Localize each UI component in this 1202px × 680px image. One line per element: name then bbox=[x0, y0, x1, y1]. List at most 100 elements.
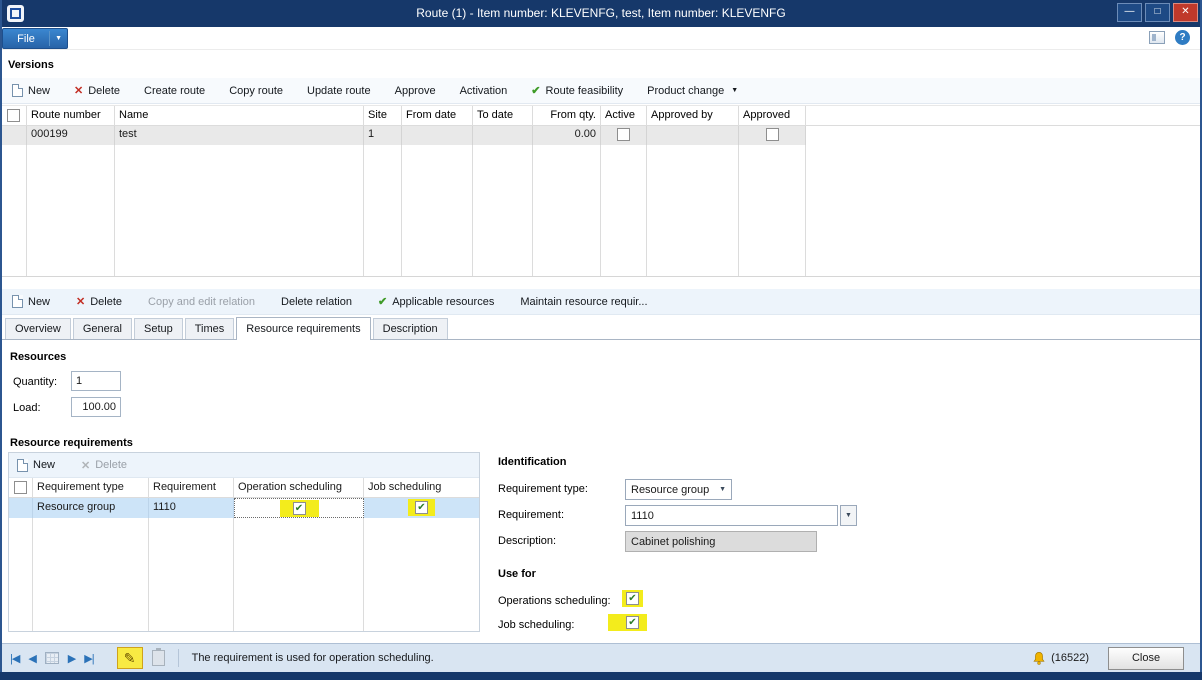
cell-job-scheduling[interactable]: ✔ bbox=[364, 498, 479, 518]
first-record-icon[interactable]: |◀ bbox=[10, 652, 19, 665]
update-route-button[interactable]: Update route bbox=[307, 85, 371, 97]
cell-requirement[interactable]: 1110 bbox=[149, 498, 234, 518]
cell-requirement-type[interactable]: Resource group bbox=[33, 498, 149, 518]
close-button[interactable]: Close bbox=[1108, 647, 1184, 670]
minimize-button[interactable]: — bbox=[1117, 3, 1142, 22]
versions-grid: Route number Name Site From date To date… bbox=[0, 105, 1202, 277]
cell-operation-scheduling[interactable]: ✔ bbox=[234, 498, 364, 518]
operation-scheduling-checkbox[interactable]: ✔ bbox=[293, 502, 306, 515]
tab-resource-requirements[interactable]: Resource requirements bbox=[236, 317, 370, 340]
cell-name[interactable]: test bbox=[115, 126, 364, 145]
delete-x-icon: ✕ bbox=[81, 459, 90, 472]
edit-record-button[interactable]: ✎ bbox=[117, 647, 143, 669]
cell-site[interactable]: 1 bbox=[364, 126, 402, 145]
select-all-requirements-checkbox[interactable] bbox=[14, 481, 27, 494]
file-menu-button[interactable]: File ▼ bbox=[2, 28, 68, 49]
active-checkbox[interactable] bbox=[617, 128, 630, 141]
route-feasibility-button[interactable]: ✔ Route feasibility bbox=[531, 84, 623, 97]
requirements-toolbar: New ✕ Delete bbox=[9, 453, 479, 478]
requirement-row-select-cell[interactable] bbox=[9, 498, 33, 518]
product-change-button[interactable]: Product change ▼ bbox=[647, 85, 738, 97]
job-scheduling-use-checkbox[interactable]: ✔ bbox=[626, 616, 639, 629]
grid-empty-area bbox=[806, 145, 1202, 276]
new-requirement-button[interactable]: New bbox=[17, 459, 55, 472]
col-requirement[interactable]: Requirement bbox=[149, 478, 234, 498]
grid-empty-area bbox=[0, 145, 27, 276]
maintain-resource-requirements-button[interactable]: Maintain resource requir... bbox=[520, 296, 647, 308]
copy-route-button[interactable]: Copy route bbox=[229, 85, 283, 97]
copy-route-label: Copy route bbox=[229, 85, 283, 97]
maintain-resource-requirements-label: Maintain resource requir... bbox=[520, 296, 647, 308]
cell-approved[interactable] bbox=[739, 126, 806, 145]
last-record-icon[interactable]: ▶| bbox=[84, 652, 93, 665]
help-icon[interactable]: ? bbox=[1175, 30, 1190, 45]
new-relation-button[interactable]: New bbox=[12, 295, 50, 308]
approved-checkbox[interactable] bbox=[766, 128, 779, 141]
col-site[interactable]: Site bbox=[364, 106, 402, 126]
col-job-scheduling[interactable]: Job scheduling bbox=[364, 478, 479, 498]
cell-active[interactable] bbox=[601, 126, 647, 145]
col-from-qty[interactable]: From qty. bbox=[533, 106, 601, 126]
statusbar-separator bbox=[178, 649, 179, 667]
activation-button[interactable]: Activation bbox=[460, 85, 508, 97]
create-route-label: Create route bbox=[144, 85, 205, 97]
cell-from-date[interactable] bbox=[402, 126, 473, 145]
tab-setup[interactable]: Setup bbox=[134, 318, 183, 339]
notification-bell-icon[interactable] bbox=[1032, 651, 1046, 666]
row-select-cell[interactable] bbox=[0, 126, 27, 145]
load-label: Load: bbox=[13, 402, 41, 414]
notification-count[interactable]: (16522) bbox=[1051, 652, 1089, 664]
cell-filler bbox=[806, 126, 1202, 145]
maximize-button[interactable]: □ bbox=[1145, 3, 1170, 22]
col-approved-by[interactable]: Approved by bbox=[647, 106, 739, 126]
grid-empty-area bbox=[739, 145, 806, 276]
route-feasibility-icon: ✔ bbox=[531, 84, 540, 97]
copy-and-edit-relation-label: Copy and edit relation bbox=[148, 296, 255, 308]
create-route-button[interactable]: Create route bbox=[144, 85, 205, 97]
next-record-icon[interactable]: ▶ bbox=[68, 652, 75, 665]
versions-heading: Versions bbox=[8, 59, 54, 71]
requirement-type-combobox[interactable]: Resource group ▼ bbox=[625, 479, 732, 500]
previous-record-icon[interactable]: ◀ bbox=[28, 652, 35, 665]
col-from-date[interactable]: From date bbox=[402, 106, 473, 126]
cell-from-qty[interactable]: 0.00 bbox=[533, 126, 601, 145]
requirement-lookup-button[interactable]: ▼ bbox=[840, 505, 857, 526]
tab-general[interactable]: General bbox=[73, 318, 132, 339]
col-approved[interactable]: Approved bbox=[739, 106, 806, 126]
cell-approved-by[interactable] bbox=[647, 126, 739, 145]
tab-overview[interactable]: Overview bbox=[5, 318, 71, 339]
delete-relation-button[interactable]: Delete relation bbox=[281, 296, 352, 308]
tab-description[interactable]: Description bbox=[373, 318, 448, 339]
cell-route-number[interactable]: 000199 bbox=[27, 126, 115, 145]
col-to-date[interactable]: To date bbox=[473, 106, 533, 126]
description-label: Description: bbox=[498, 535, 556, 547]
delete-requirement-label: Delete bbox=[95, 459, 127, 471]
new-route-button[interactable]: New bbox=[12, 84, 50, 97]
tab-times[interactable]: Times bbox=[185, 318, 235, 339]
applicable-resources-button[interactable]: ✔ Applicable resources bbox=[378, 295, 494, 308]
requirement-label: Requirement: bbox=[498, 509, 564, 521]
requirement-input[interactable]: 1110 bbox=[625, 505, 838, 526]
layout-icon[interactable] bbox=[1149, 31, 1165, 44]
col-operation-scheduling[interactable]: Operation scheduling bbox=[234, 478, 364, 498]
quantity-input[interactable]: 1 bbox=[71, 371, 121, 391]
versions-toolbar: New ✕ Delete Create route Copy route Upd… bbox=[0, 78, 1202, 104]
col-route-number[interactable]: Route number bbox=[27, 106, 115, 126]
delete-route-button[interactable]: ✕ Delete bbox=[74, 84, 120, 97]
delete-x-icon: ✕ bbox=[76, 295, 85, 308]
col-requirement-type[interactable]: Requirement type bbox=[33, 478, 149, 498]
use-for-heading: Use for bbox=[498, 568, 536, 580]
load-input[interactable]: 100.00 bbox=[71, 397, 121, 417]
close-window-button[interactable]: ✕ bbox=[1173, 3, 1198, 22]
operations-scheduling-checkbox[interactable]: ✔ bbox=[626, 592, 639, 605]
job-scheduling-checkbox[interactable]: ✔ bbox=[415, 501, 428, 514]
delete-relation-row-button[interactable]: ✕ Delete bbox=[76, 295, 122, 308]
grid-view-icon[interactable] bbox=[45, 652, 59, 664]
cell-to-date[interactable] bbox=[473, 126, 533, 145]
col-name[interactable]: Name bbox=[115, 106, 364, 126]
window-title: Route (1) - Item number: KLEVENFG, test,… bbox=[140, 6, 1062, 20]
approve-button[interactable]: Approve bbox=[395, 85, 436, 97]
select-all-checkbox[interactable] bbox=[7, 109, 20, 122]
col-active[interactable]: Active bbox=[601, 106, 647, 126]
delete-route-label: Delete bbox=[88, 85, 120, 97]
